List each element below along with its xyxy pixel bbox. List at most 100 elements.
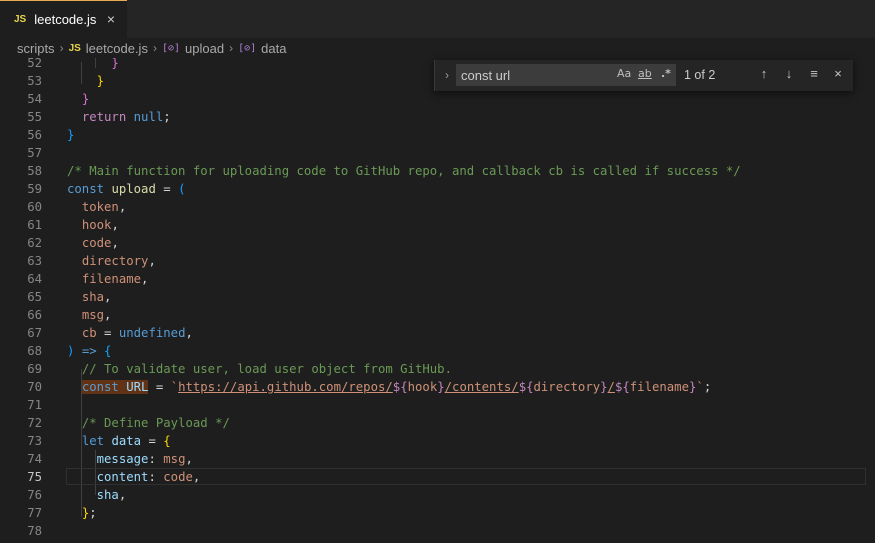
code-token: : — [148, 470, 164, 484]
code-line[interactable]: 62 code, — [0, 234, 875, 252]
code-line[interactable]: 60 token, — [0, 198, 875, 216]
code-line[interactable]: 58 /* Main function for uploading code to… — [0, 162, 875, 180]
code-line[interactable]: 59 const upload = ( — [0, 180, 875, 198]
code-token: ${ — [518, 380, 534, 394]
breadcrumb-file[interactable]: leetcode.js — [86, 41, 148, 56]
line-number: 77 — [27, 506, 42, 520]
line-number: 71 — [27, 398, 42, 412]
code-token: ( — [178, 182, 186, 196]
line-code: msg, — [67, 306, 112, 324]
code-token: ; — [163, 110, 171, 124]
code-line[interactable]: 63 directory, — [0, 252, 875, 270]
line-code: let data = { — [67, 432, 171, 450]
line-code: }; — [67, 504, 97, 522]
find-in-selection-icon[interactable]: ≡ — [805, 65, 823, 83]
code-token: sha — [81, 290, 105, 304]
line-code: directory, — [67, 252, 156, 270]
close-icon[interactable]: × — [103, 11, 119, 27]
line-number: 59 — [27, 182, 42, 196]
line-code: sha, — [67, 288, 112, 306]
code-token: , — [148, 254, 156, 268]
code-token: undefined — [118, 326, 186, 340]
code-line[interactable]: 75 content: code, — [0, 468, 875, 486]
code-line[interactable]: 55 return null; — [0, 108, 875, 126]
code-line[interactable]: 71 — [0, 396, 875, 414]
code-token: ${ — [392, 380, 408, 394]
breadcrumb-folder[interactable]: scripts — [17, 41, 55, 56]
line-code: ) => { — [67, 342, 111, 360]
tab-bar: JS leetcode.js × — [0, 0, 875, 38]
line-number: 76 — [27, 488, 42, 502]
line-code: } — [67, 58, 118, 72]
code-line[interactable]: 56} — [0, 126, 875, 144]
code-token: , — [185, 452, 193, 466]
code-token: /* Main function for uploading code to G… — [67, 164, 741, 178]
code-line[interactable]: 76 sha, — [0, 486, 875, 504]
code-token: msg — [81, 308, 105, 322]
code-token: } — [81, 92, 90, 106]
line-code: content: code, — [67, 468, 201, 486]
code-token: let — [81, 434, 105, 448]
code-line[interactable]: 78 — [0, 522, 875, 540]
use-regex-icon[interactable]: .* — [661, 67, 671, 80]
code-line[interactable]: 73 let data = { — [0, 432, 875, 450]
next-match-icon[interactable]: ↓ — [780, 65, 798, 83]
code-line[interactable]: 61 hook, — [0, 216, 875, 234]
code-line[interactable]: 65 sha, — [0, 288, 875, 306]
line-code: /* Main function for uploading code to G… — [67, 162, 741, 180]
close-icon[interactable]: × — [829, 65, 847, 83]
line-number: 62 — [27, 236, 42, 250]
toggle-replace-chevron-icon[interactable]: › — [441, 68, 453, 82]
breadcrumb-symbol-upload[interactable]: upload — [185, 41, 224, 56]
code-token: filename — [81, 272, 142, 286]
match-case-icon[interactable]: Aa — [617, 67, 631, 80]
code-token: , — [118, 488, 127, 502]
code-line[interactable]: 54 } — [0, 90, 875, 108]
breadcrumb-symbol-data[interactable]: data — [261, 41, 286, 56]
code-line[interactable]: 68) => { — [0, 342, 875, 360]
line-code: } — [67, 90, 89, 108]
match-whole-word-icon[interactable]: ab — [638, 67, 652, 80]
code-line[interactable]: 77 }; — [0, 504, 875, 522]
code-line[interactable]: 64 filename, — [0, 270, 875, 288]
code-token: code — [81, 236, 112, 250]
tab-label: leetcode.js — [34, 12, 97, 27]
code-line[interactable]: 66 msg, — [0, 306, 875, 324]
find-widget: › Aa ab .* 1 of 2 ↑ ↓ ≡ × — [434, 60, 853, 91]
code-line[interactable]: 69 // To validate user, load user object… — [0, 360, 875, 378]
line-number: 53 — [27, 74, 42, 88]
code-editor[interactable]: 52 } 53 } 54 } 55 return null; 56} 57 58/* Mai… — [0, 58, 875, 543]
chevron-right-icon: › — [152, 41, 157, 55]
code-token: token — [81, 200, 119, 214]
line-number: 75 — [27, 470, 42, 484]
code-line[interactable]: 57 — [0, 144, 875, 162]
code-line[interactable]: 72 /* Define Payload */ — [0, 414, 875, 432]
code-token: data — [111, 434, 142, 448]
code-token: , — [185, 326, 193, 340]
code-token: ; — [703, 380, 712, 394]
tab-leetcode-js[interactable]: JS leetcode.js × — [0, 0, 127, 38]
code-line[interactable]: 70 const URL = `https://api.github.com/r… — [0, 378, 875, 396]
code-line[interactable]: 67 cb = undefined, — [0, 324, 875, 342]
line-number: 60 — [27, 200, 42, 214]
previous-match-icon[interactable]: ↑ — [755, 65, 773, 83]
line-code: sha, — [67, 486, 127, 504]
code-line[interactable]: 74 message: msg, — [0, 450, 875, 468]
line-code: return null; — [67, 108, 171, 126]
code-token: , — [118, 200, 127, 214]
code-token: = — [155, 182, 179, 196]
code-token: return — [81, 110, 127, 124]
line-number: 66 — [27, 308, 42, 322]
line-code: const URL = `https://api.github.com/repo… — [67, 378, 711, 396]
code-token: } — [600, 380, 608, 394]
line-code: code, — [67, 234, 119, 252]
code-token: = — [148, 380, 171, 394]
